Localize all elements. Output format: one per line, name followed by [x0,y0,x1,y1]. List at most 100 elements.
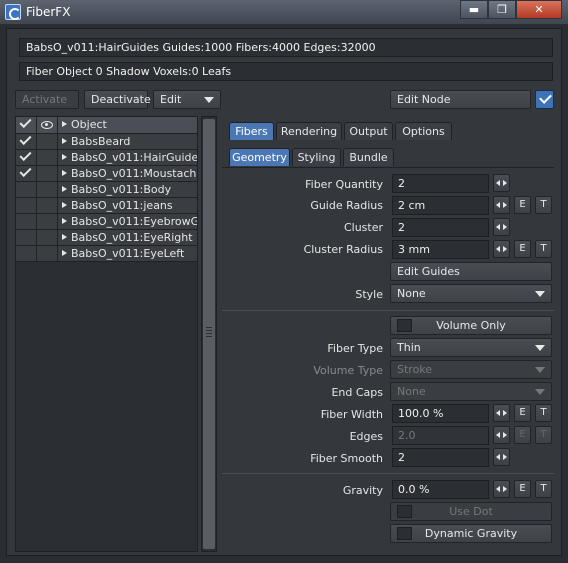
eye-icon [41,121,53,129]
list-item[interactable]: BabsO_v011:MoustacheGu [16,164,197,182]
edges-field[interactable]: 2.0 [392,426,489,445]
volume-type-label: Volume Type [313,364,383,377]
window-controls: ▬ ❐ ✕ [460,0,562,19]
fiber-type-dropdown[interactable]: Thin [390,338,552,357]
use-dot-label: Use Dot [449,505,493,518]
list-item-label: BabsO_v011:EyeLeft [62,247,184,260]
fiber-smooth-spinner-icon[interactable] [493,448,510,466]
style-label: Style [355,288,383,301]
list-item-label: BabsO_v011:jeans [62,199,173,212]
edges-label: Edges [349,430,383,443]
window-title: FiberFX [26,5,71,19]
fiber-width-field[interactable]: 100.0 % [392,404,489,423]
check-column-icon [19,117,32,129]
tab-rendering[interactable]: Rendering [276,122,342,140]
cluster-label: Cluster [343,221,383,234]
cluster-spinner-icon[interactable] [493,218,510,236]
minimize-button[interactable]: ▬ [460,0,488,19]
use-dot-toggle[interactable]: Use Dot [390,502,552,521]
section-divider [222,473,554,474]
fiber-width-texture-button[interactable]: T [535,404,552,422]
app-icon [5,4,21,20]
scrollbar-thumb[interactable] [203,119,215,549]
tab-output[interactable]: Output [344,122,393,140]
fiber-quantity-label: Fiber Quantity [305,178,383,191]
object-list-header: Object [16,117,197,134]
dynamic-gravity-label: Dynamic Gravity [424,527,518,540]
cluster-field[interactable]: 2 [392,218,489,237]
list-item[interactable]: BabsO_v011:jeans [16,198,197,214]
tab-options[interactable]: Options [395,122,452,140]
list-item-label: BabsO_v011:Body [62,183,171,196]
edges-texture-button[interactable]: T [535,426,552,444]
fiber-width-label: Fiber Width [320,408,383,421]
cluster-radius-field[interactable]: 3 mm [392,240,489,259]
cluster-radius-texture-button[interactable]: T [535,240,552,258]
fiber-quantity-field[interactable]: 2 [392,174,489,193]
edit-node-button[interactable]: Edit Node [390,90,531,109]
tab-fibers[interactable]: Fibers [229,122,274,140]
list-item[interactable]: BabsO_v011:EyeLeft [16,246,197,262]
list-item-label: BabsO_v011:EyeRight [62,231,193,244]
fiber-type-label: Fiber Type [327,342,383,355]
guide-radius-spinner-icon[interactable] [493,196,510,214]
title-bar: FiberFX ▬ ❐ ✕ [0,0,568,24]
dynamic-gravity-toggle[interactable]: Dynamic Gravity [390,524,552,543]
tab-divider [222,167,554,168]
volume-only-label: Volume Only [436,319,506,332]
object-list: Object BabsBeard BabsO_v011:HairGuides B… [15,116,198,552]
edges-spinner-icon[interactable] [493,426,510,444]
edit-guides-button[interactable]: Edit Guides [390,262,552,281]
volume-only-checkbox[interactable] [397,319,412,332]
object-column-label: Object [62,118,107,131]
list-item[interactable]: BabsO_v011:EyeRight [16,230,197,246]
edit-node-checkbox[interactable] [535,90,554,109]
edges-envelope-button[interactable]: E [514,426,531,444]
list-item-label: BabsO_v011:HairGuides [62,151,197,164]
fiber-smooth-label: Fiber Smooth [310,452,383,465]
guide-radius-texture-button[interactable]: T [535,196,552,214]
list-item-label: BabsBeard [62,135,130,148]
checkmark-icon[interactable] [19,132,32,146]
gravity-envelope-button[interactable]: E [514,480,531,498]
activate-button[interactable]: Activate [15,90,79,109]
list-item[interactable]: BabsO_v011:Body [16,182,197,198]
fiber-width-envelope-button[interactable]: E [514,404,531,422]
gravity-field[interactable]: 0.0 % [392,480,489,499]
deactivate-button[interactable]: Deactivate [84,90,151,109]
checkmark-icon[interactable] [19,164,32,178]
volume-type-dropdown[interactable]: Stroke [390,360,552,379]
gravity-spinner-icon[interactable] [493,480,510,498]
list-scrollbar[interactable] [201,116,217,552]
dynamic-gravity-checkbox[interactable] [397,527,412,540]
volume-only-toggle[interactable]: Volume Only [390,316,552,335]
info-line-2: Fiber Object 0 Shadow Voxels:0 Leafs [19,62,553,81]
guide-radius-envelope-button[interactable]: E [514,196,531,214]
gravity-texture-button[interactable]: T [535,480,552,498]
end-caps-dropdown[interactable]: None [390,382,552,401]
list-item[interactable]: BabsBeard [16,132,197,150]
fiber-smooth-field[interactable]: 2 [392,448,489,467]
cluster-radius-label: Cluster Radius [303,243,383,256]
list-item-label: BabsO_v011:MoustacheGu [62,167,197,180]
tab-geometry[interactable]: Geometry [229,148,290,166]
fiber-quantity-spinner-icon[interactable] [493,174,510,192]
tab-styling[interactable]: Styling [292,148,341,166]
end-caps-label: End Caps [331,386,383,399]
checkmark-icon[interactable] [19,148,32,162]
info-line-1: BabsO_v011:HairGuides Guides:1000 Fibers… [19,38,553,57]
use-dot-checkbox[interactable] [397,505,412,518]
style-dropdown[interactable]: None [390,284,552,303]
list-item[interactable]: BabsO_v011:EyebrowGuide [16,214,197,230]
fiber-width-spinner-icon[interactable] [493,404,510,422]
edit-dropdown[interactable]: Edit [153,90,221,109]
cluster-radius-spinner-icon[interactable] [493,240,510,258]
list-item-label: BabsO_v011:EyebrowGuide [62,215,197,228]
close-button[interactable]: ✕ [516,0,562,19]
gravity-label: Gravity [342,484,383,497]
list-item[interactable]: BabsO_v011:HairGuides [16,148,197,166]
tab-bundle[interactable]: Bundle [343,148,394,166]
cluster-radius-envelope-button[interactable]: E [514,240,531,258]
guide-radius-field[interactable]: 2 cm [392,196,489,215]
maximize-button[interactable]: ❐ [488,0,516,19]
